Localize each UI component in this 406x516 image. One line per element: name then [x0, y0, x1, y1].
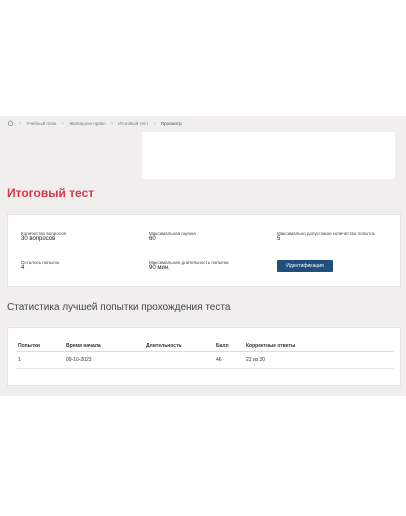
breadcrumb-separator: >	[153, 120, 156, 126]
questions-field: Количество вопросов 30 вопросов	[21, 231, 66, 242]
identification-button[interactable]: Идентификация	[277, 260, 333, 272]
max-attempts-field: Максимально допустимое количество попыто…	[277, 231, 389, 242]
breadcrumb-separator: >	[110, 120, 114, 126]
stats-table: Попытки Время начала Длительность Балл К…	[16, 340, 394, 369]
stats-title: Статистика лучшей попытки прохождения те…	[7, 302, 231, 313]
cell-attempt: 1	[18, 357, 21, 363]
breadcrumb-current: Просмотр	[160, 120, 182, 126]
column-header-score: Балл	[216, 343, 229, 349]
duration-value: 90 мин.	[149, 265, 170, 271]
cell-correct: 23 из 30	[246, 357, 265, 363]
breadcrumb-item-course[interactable]: Жилищное право	[69, 121, 106, 126]
page-title: Итоговый тест	[7, 186, 95, 200]
cell-score: 46	[216, 357, 222, 363]
stats-card: Попытки Время начала Длительность Балл К…	[7, 327, 401, 386]
max-score-field: Максимальная оценка 60	[149, 231, 196, 242]
max-score-label: Максимальная оценка	[149, 231, 196, 236]
table-header: Попытки Время начала Длительность Балл К…	[16, 340, 394, 352]
breadcrumb-separator: >	[19, 120, 22, 126]
breadcrumb-item-test[interactable]: Итоговый тест	[118, 121, 148, 126]
table-row: 1 09-10-2023 46 23 из 30	[16, 352, 394, 369]
column-header-attempts: Попытки	[18, 343, 40, 349]
test-info-card: Количество вопросов 30 вопросов Максимал…	[7, 214, 401, 287]
max-attempts-value: 5	[277, 236, 281, 242]
breadcrumb-item-plan[interactable]: Учебный план	[27, 121, 57, 126]
breadcrumb: > Учебный план > Жилищное право > Итогов…	[7, 119, 181, 127]
column-header-start-time: Время начала	[66, 343, 101, 349]
remaining-label: Осталось попыток	[21, 260, 60, 265]
column-header-duration: Длительность	[146, 343, 182, 349]
questions-value: 30 вопросов	[21, 236, 56, 242]
max-score-value: 60	[149, 236, 156, 242]
max-attempts-label: Максимально допустимое количество попыто…	[277, 231, 375, 236]
remaining-field: Осталось попыток 4	[21, 260, 59, 271]
home-icon[interactable]	[7, 120, 14, 126]
breadcrumb-separator: >	[61, 120, 65, 126]
header-box	[142, 132, 395, 179]
cell-start-time: 09-10-2023	[66, 357, 92, 363]
column-header-correct: Корректные ответы	[246, 343, 296, 349]
remaining-value: 4	[21, 265, 25, 271]
duration-field: Максимальная длительность попытки 90 мин…	[149, 260, 228, 271]
